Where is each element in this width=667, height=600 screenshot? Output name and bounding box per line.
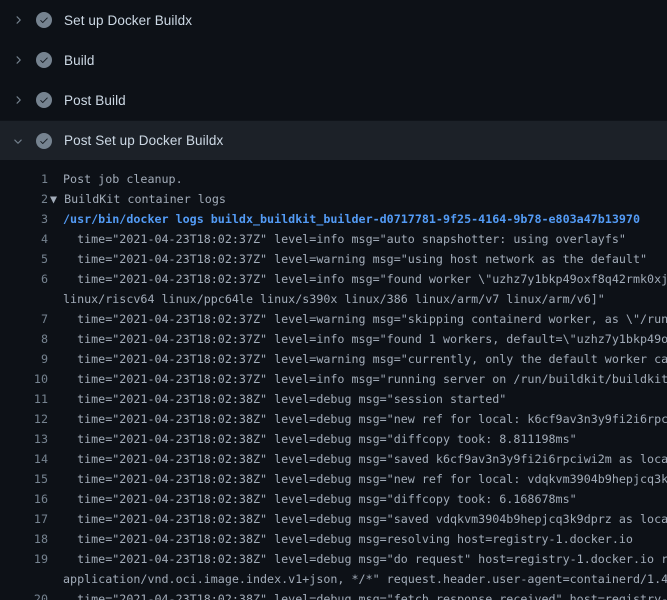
step-label: Set up Docker Buildx bbox=[64, 13, 192, 28]
check-circle-icon bbox=[36, 12, 52, 28]
step-header-build[interactable]: Build bbox=[0, 40, 667, 80]
log-line: 7 time="2021-04-23T18:02:37Z" level=warn… bbox=[0, 309, 667, 329]
log-line-text: time="2021-04-23T18:02:37Z" level=info m… bbox=[63, 369, 667, 389]
log-output: 1Post job cleanup.2▼ BuildKit container … bbox=[0, 160, 667, 600]
step-header-post-build[interactable]: Post Build bbox=[0, 80, 667, 120]
log-line-number[interactable]: 13 bbox=[0, 429, 48, 449]
log-line-text: time="2021-04-23T18:02:38Z" level=debug … bbox=[63, 509, 667, 529]
log-line-number[interactable]: 17 bbox=[0, 509, 48, 529]
log-line: 15 time="2021-04-23T18:02:38Z" level=deb… bbox=[0, 469, 667, 489]
step-label: Build bbox=[64, 53, 95, 68]
log-line-text: time="2021-04-23T18:02:38Z" level=debug … bbox=[63, 589, 667, 600]
chevron-right-icon bbox=[10, 92, 26, 108]
step-header-post-set-up-docker-buildx[interactable]: Post Set up Docker Buildx bbox=[0, 120, 667, 160]
log-line-text: time="2021-04-23T18:02:37Z" level=warnin… bbox=[63, 249, 647, 269]
log-line-number[interactable]: 19 bbox=[0, 549, 48, 569]
chevron-right-icon bbox=[10, 52, 26, 68]
actions-log-viewer: Set up Docker Buildx Build Post Build bbox=[0, 0, 667, 600]
log-line-number bbox=[0, 569, 48, 589]
log-line-text: time="2021-04-23T18:02:38Z" level=debug … bbox=[63, 449, 667, 469]
log-line-number[interactable]: 9 bbox=[0, 349, 48, 369]
log-line: application/vnd.oci.image.index.v1+json,… bbox=[0, 569, 667, 589]
check-circle-icon bbox=[36, 92, 52, 108]
log-line-number[interactable]: 7 bbox=[0, 309, 48, 329]
log-command-text: /usr/bin/docker logs buildx_buildkit_bui… bbox=[63, 209, 640, 229]
log-line-number[interactable]: 4 bbox=[0, 229, 48, 249]
log-line-text: time="2021-04-23T18:02:38Z" level=debug … bbox=[63, 409, 667, 429]
log-line-number[interactable]: 10 bbox=[0, 369, 48, 389]
log-line-number[interactable]: 11 bbox=[0, 389, 48, 409]
steps-list: Set up Docker Buildx Build Post Build bbox=[0, 0, 667, 160]
log-line-number[interactable]: 2 bbox=[0, 189, 48, 209]
log-line: 20 time="2021-04-23T18:02:38Z" level=deb… bbox=[0, 589, 667, 600]
log-line: 6 time="2021-04-23T18:02:37Z" level=info… bbox=[0, 269, 667, 289]
log-line: 16 time="2021-04-23T18:02:38Z" level=deb… bbox=[0, 489, 667, 509]
log-line-number[interactable]: 12 bbox=[0, 409, 48, 429]
log-line-text: application/vnd.oci.image.index.v1+json,… bbox=[63, 569, 667, 589]
check-circle-icon bbox=[36, 133, 52, 149]
log-line: 18 time="2021-04-23T18:02:38Z" level=deb… bbox=[0, 529, 667, 549]
step-label: Post Build bbox=[64, 93, 126, 108]
log-line-text: linux/riscv64 linux/ppc64le linux/s390x … bbox=[63, 289, 605, 309]
log-line-number[interactable]: 14 bbox=[0, 449, 48, 469]
log-line-text: time="2021-04-23T18:02:38Z" level=debug … bbox=[63, 489, 577, 509]
log-line: 5 time="2021-04-23T18:02:37Z" level=warn… bbox=[0, 249, 667, 269]
step-header-set-up-docker-buildx[interactable]: Set up Docker Buildx bbox=[0, 0, 667, 40]
log-line: 17 time="2021-04-23T18:02:38Z" level=deb… bbox=[0, 509, 667, 529]
log-line: 8 time="2021-04-23T18:02:37Z" level=info… bbox=[0, 329, 667, 349]
log-line: 4 time="2021-04-23T18:02:37Z" level=info… bbox=[0, 229, 667, 249]
log-line-text: time="2021-04-23T18:02:38Z" level=debug … bbox=[63, 529, 633, 549]
log-line-number[interactable]: 5 bbox=[0, 249, 48, 269]
log-line: 2▼ BuildKit container logs bbox=[0, 189, 667, 209]
log-line-text: time="2021-04-23T18:02:37Z" level=warnin… bbox=[63, 349, 667, 369]
log-line-number[interactable]: 20 bbox=[0, 589, 48, 600]
check-circle-icon bbox=[36, 52, 52, 68]
log-line-text: Post job cleanup. bbox=[63, 169, 183, 189]
log-line: 11 time="2021-04-23T18:02:38Z" level=deb… bbox=[0, 389, 667, 409]
log-line-text: time="2021-04-23T18:02:37Z" level=info m… bbox=[63, 229, 626, 249]
log-line-number[interactable]: 15 bbox=[0, 469, 48, 489]
log-line: 1 Post job cleanup. bbox=[0, 169, 667, 189]
log-line: 12 time="2021-04-23T18:02:38Z" level=deb… bbox=[0, 409, 667, 429]
log-line-text: time="2021-04-23T18:02:38Z" level=debug … bbox=[63, 549, 667, 569]
log-line-number[interactable]: 16 bbox=[0, 489, 48, 509]
chevron-down-icon bbox=[10, 133, 26, 149]
log-group-toggle[interactable]: ▼ BuildKit container logs bbox=[50, 189, 226, 209]
step-label: Post Set up Docker Buildx bbox=[64, 133, 223, 148]
log-line: 3/usr/bin/docker logs buildx_buildkit_bu… bbox=[0, 209, 667, 229]
log-line-number[interactable]: 3 bbox=[0, 209, 48, 229]
log-line-text: time="2021-04-23T18:02:37Z" level=warnin… bbox=[63, 309, 667, 329]
log-line: 9 time="2021-04-23T18:02:37Z" level=warn… bbox=[0, 349, 667, 369]
log-line-number[interactable]: 18 bbox=[0, 529, 48, 549]
log-line-text: time="2021-04-23T18:02:37Z" level=info m… bbox=[63, 269, 667, 289]
log-line-number[interactable]: 8 bbox=[0, 329, 48, 349]
log-line: linux/riscv64 linux/ppc64le linux/s390x … bbox=[0, 289, 667, 309]
log-line: 13 time="2021-04-23T18:02:38Z" level=deb… bbox=[0, 429, 667, 449]
log-line-text: time="2021-04-23T18:02:38Z" level=debug … bbox=[63, 389, 506, 409]
log-line-number[interactable]: 6 bbox=[0, 269, 48, 289]
log-line-number[interactable]: 1 bbox=[0, 169, 48, 189]
log-line: 19 time="2021-04-23T18:02:38Z" level=deb… bbox=[0, 549, 667, 569]
log-line-text: time="2021-04-23T18:02:38Z" level=debug … bbox=[63, 429, 577, 449]
log-line-text: time="2021-04-23T18:02:37Z" level=info m… bbox=[63, 329, 667, 349]
log-line: 14 time="2021-04-23T18:02:38Z" level=deb… bbox=[0, 449, 667, 469]
log-line-text: time="2021-04-23T18:02:38Z" level=debug … bbox=[63, 469, 667, 489]
log-line-number bbox=[0, 289, 48, 309]
log-line: 10 time="2021-04-23T18:02:37Z" level=inf… bbox=[0, 369, 667, 389]
chevron-right-icon bbox=[10, 12, 26, 28]
